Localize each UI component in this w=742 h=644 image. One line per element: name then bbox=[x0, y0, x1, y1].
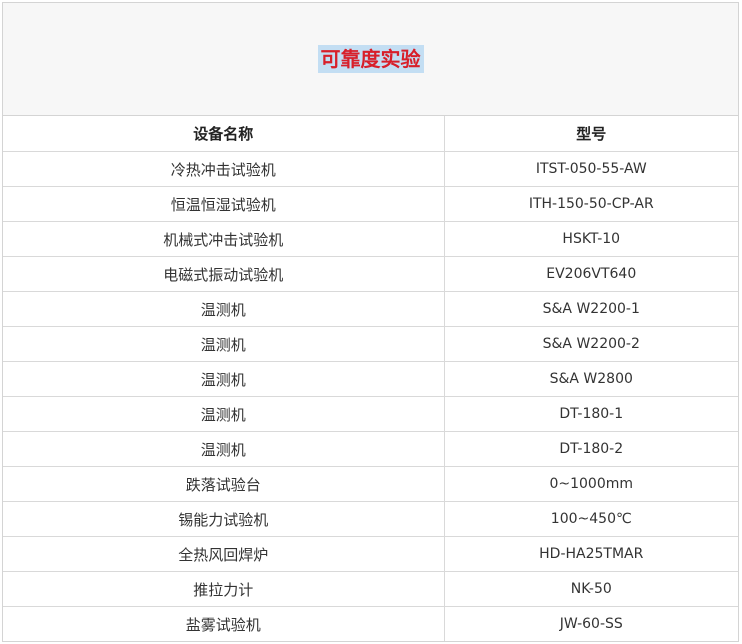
equipment-name: 温测机 bbox=[3, 431, 445, 467]
equipment-name: 温测机 bbox=[3, 291, 445, 327]
table-row: 温测机 S&A W2800 bbox=[3, 361, 738, 397]
equipment-model: S&A W2200-1 bbox=[444, 291, 738, 327]
equipment-table-container: 可靠度实验 设备名称 型号 冷热冲击试验机 ITST-050-55-AW 恒温恒… bbox=[2, 2, 739, 642]
equipment-model: S&A W2800 bbox=[444, 361, 738, 397]
equipment-model: HSKT-10 bbox=[444, 221, 738, 257]
page-title: 可靠度实验 bbox=[317, 45, 424, 73]
table-row: 温测机 DT-180-1 bbox=[3, 396, 738, 432]
table-row: 温测机 S&A W2200-2 bbox=[3, 326, 738, 362]
equipment-model: ITH-150-50-CP-AR bbox=[444, 186, 738, 222]
table-row: 温测机 S&A W2200-1 bbox=[3, 291, 738, 327]
equipment-name: 推拉力计 bbox=[3, 571, 445, 607]
table-row: 机械式冲击试验机 HSKT-10 bbox=[3, 221, 738, 257]
equipment-name: 全热风回焊炉 bbox=[3, 536, 445, 572]
table-row: 电磁式振动试验机 EV206VT640 bbox=[3, 256, 738, 292]
column-header-model: 型号 bbox=[576, 125, 607, 143]
equipment-model: HD-HA25TMAR bbox=[444, 536, 738, 572]
table-row: 恒温恒湿试验机 ITH-150-50-CP-AR bbox=[3, 186, 738, 222]
equipment-model: NK-50 bbox=[444, 571, 738, 607]
column-header-name: 设备名称 bbox=[3, 116, 445, 152]
table-row: 冷热冲击试验机 ITST-050-55-AW bbox=[3, 151, 738, 187]
equipment-model: JW-60-SS bbox=[444, 606, 738, 641]
equipment-name: 温测机 bbox=[3, 396, 445, 432]
equipment-model: ITST-050-55-AW bbox=[444, 151, 738, 187]
equipment-model: S&A W2200-2 bbox=[444, 326, 738, 362]
equipment-model: EV206VT640 bbox=[444, 256, 738, 292]
equipment-name: 跌落试验台 bbox=[3, 466, 445, 502]
table-row: 锡能力试验机 100~450℃ bbox=[3, 501, 738, 537]
equipment-model: 100~450℃ bbox=[444, 501, 738, 537]
equipment-name: 机械式冲击试验机 bbox=[3, 221, 445, 257]
equipment-name: 锡能力试验机 bbox=[3, 501, 445, 537]
equipment-table: 设备名称 型号 冷热冲击试验机 ITST-050-55-AW 恒温恒湿试验机 I… bbox=[3, 116, 738, 641]
equipment-model: 0~1000mm bbox=[444, 466, 738, 502]
table-row: 温测机 DT-180-2 bbox=[3, 431, 738, 467]
table-row: 全热风回焊炉 HD-HA25TMAR bbox=[3, 536, 738, 572]
equipment-name: 冷热冲击试验机 bbox=[3, 151, 445, 187]
equipment-name: 温测机 bbox=[3, 361, 445, 397]
equipment-name: 电磁式振动试验机 bbox=[3, 256, 445, 292]
table-row: 跌落试验台 0~1000mm bbox=[3, 466, 738, 502]
table-header-row: 设备名称 型号 bbox=[3, 116, 738, 152]
equipment-name: 盐雾试验机 bbox=[3, 606, 445, 641]
table-row: 推拉力计 NK-50 bbox=[3, 571, 738, 607]
equipment-model: DT-180-2 bbox=[444, 431, 738, 467]
equipment-name: 恒温恒湿试验机 bbox=[3, 186, 445, 222]
title-band: 可靠度实验 bbox=[3, 3, 738, 116]
table-row: 盐雾试验机 JW-60-SS bbox=[3, 606, 738, 641]
equipment-model: DT-180-1 bbox=[444, 396, 738, 432]
equipment-name: 温测机 bbox=[3, 326, 445, 362]
